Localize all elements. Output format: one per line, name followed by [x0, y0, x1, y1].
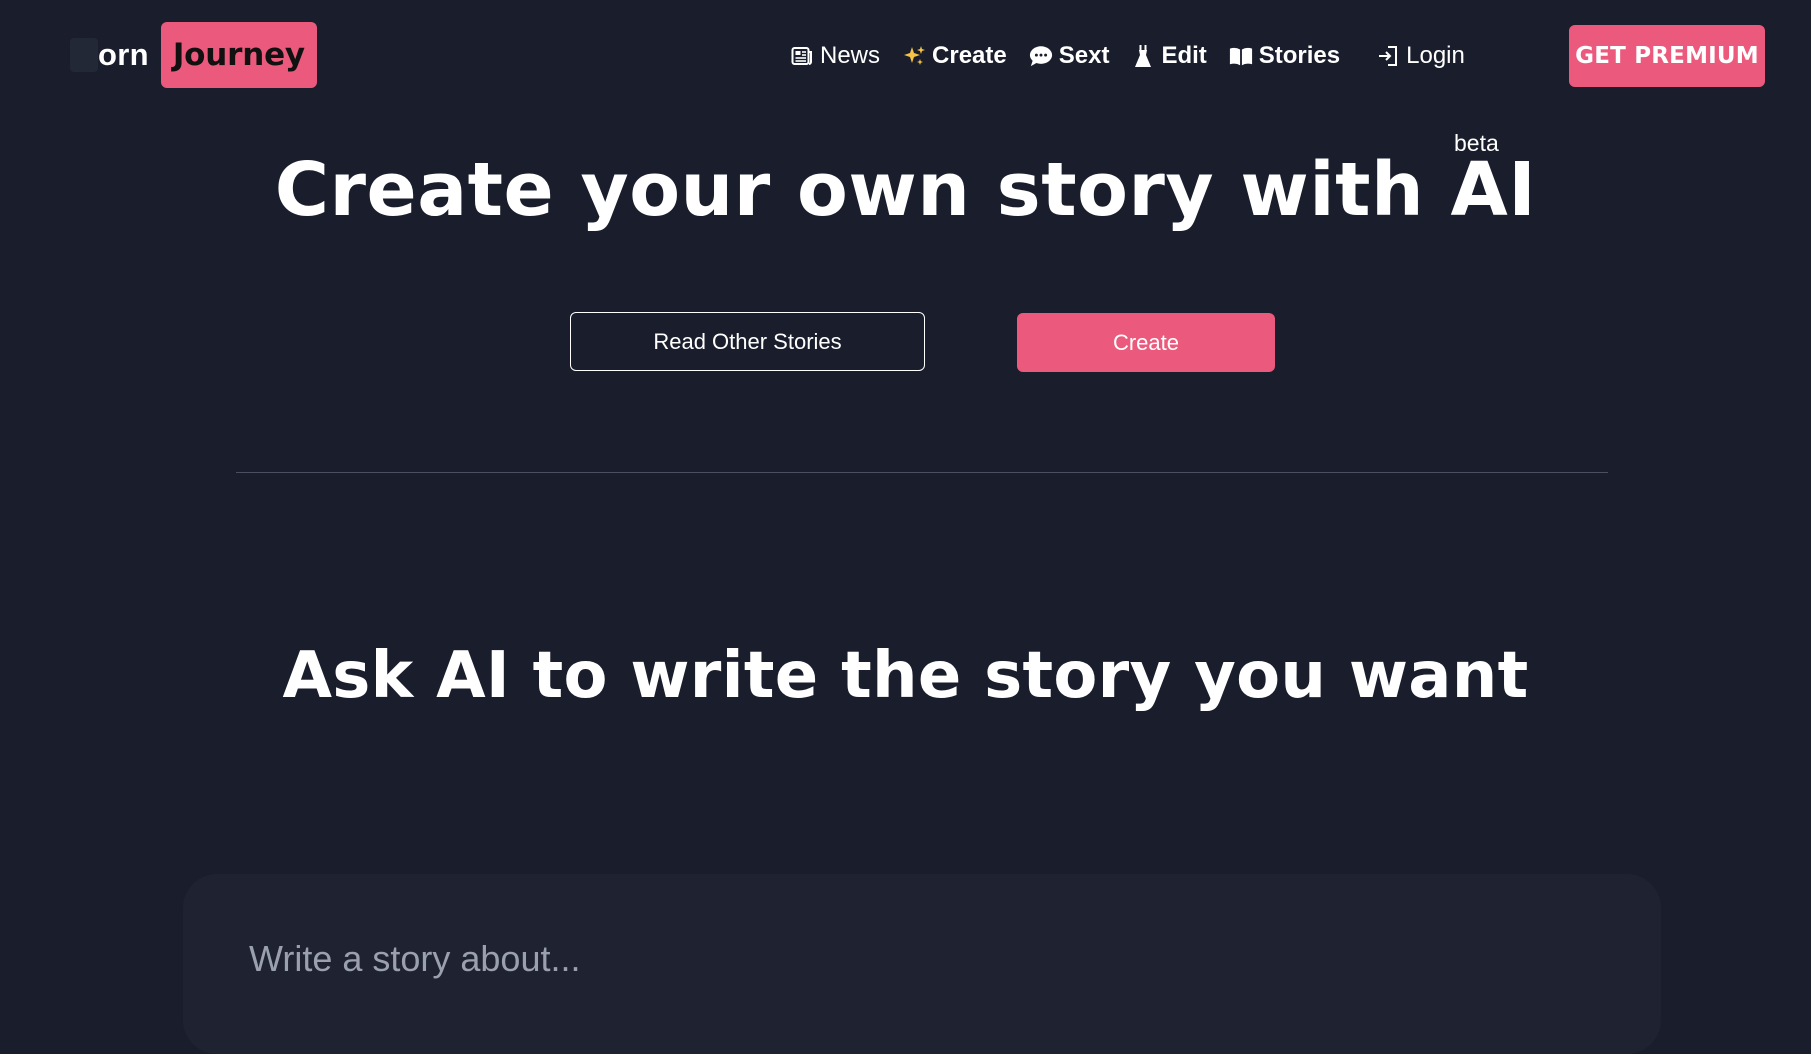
- section-title: Ask AI to write the story you want: [282, 639, 1529, 713]
- logo-redacted-letter: [70, 38, 98, 72]
- section-divider: [236, 472, 1608, 473]
- nav-item-create[interactable]: Create: [902, 42, 1007, 70]
- dress-icon: [1131, 44, 1155, 68]
- read-other-stories-button[interactable]: Read Other Stories: [570, 312, 925, 371]
- nav-label-edit: Edit: [1161, 42, 1207, 69]
- nav-label-stories: Stories: [1258, 42, 1341, 69]
- site-header: orn Journey News Create Sext Edit Storie…: [0, 0, 1811, 110]
- nav-label-create: Create: [932, 42, 1007, 69]
- logo-badge: Journey: [160, 22, 317, 88]
- login-icon: [1376, 44, 1400, 68]
- open-book-icon: [1229, 44, 1253, 68]
- logo-text: orn: [98, 37, 149, 72]
- nav-label-news: News: [820, 42, 881, 69]
- speech-bubble-icon: [1029, 44, 1053, 68]
- sparkles-icon: [902, 44, 926, 68]
- prompt-card: [183, 874, 1661, 1054]
- newspaper-icon: [790, 44, 814, 68]
- get-premium-button[interactable]: GET PREMIUM: [1569, 25, 1765, 87]
- main-nav: News Create Sext Edit Stories Login: [790, 36, 1487, 76]
- nav-item-sext[interactable]: Sext: [1029, 42, 1110, 70]
- create-button[interactable]: Create: [1017, 313, 1275, 372]
- story-prompt-input[interactable]: [249, 934, 1589, 984]
- beta-badge: beta: [1454, 130, 1499, 156]
- site-logo[interactable]: orn Journey: [70, 22, 317, 88]
- nav-item-login[interactable]: Login: [1376, 42, 1465, 70]
- nav-item-news[interactable]: News: [790, 42, 880, 70]
- hero-title: Create your own story with AI: [274, 147, 1537, 233]
- nav-label-sext: Sext: [1058, 42, 1110, 69]
- nav-item-stories[interactable]: Stories: [1229, 42, 1340, 70]
- nav-item-edit[interactable]: Edit: [1131, 42, 1207, 70]
- nav-label-login: Login: [1406, 42, 1465, 69]
